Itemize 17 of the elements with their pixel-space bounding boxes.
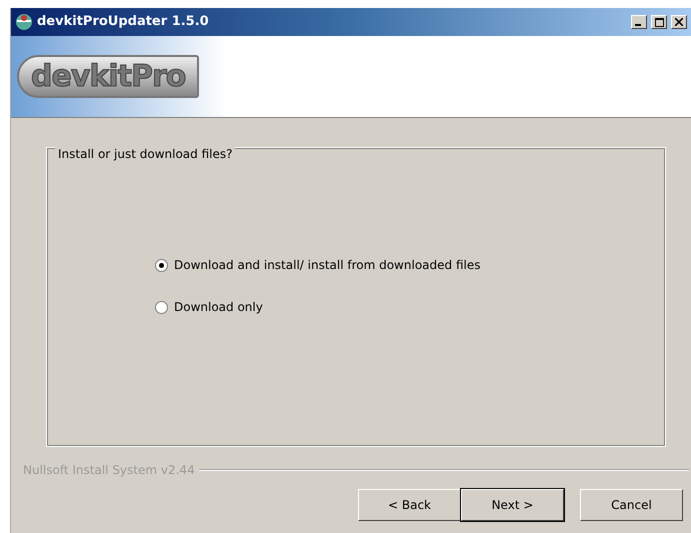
minimize-button[interactable] xyxy=(631,15,647,29)
maximize-button[interactable] xyxy=(651,15,667,29)
radio-button[interactable] xyxy=(155,258,168,272)
logo: devkitPro xyxy=(17,55,200,98)
app-icon xyxy=(15,13,33,31)
maximize-icon xyxy=(654,18,664,26)
close-icon xyxy=(675,18,683,26)
group-legend: Install or just download files? xyxy=(55,145,236,163)
close-button[interactable] xyxy=(671,15,687,29)
radio-option[interactable]: Download and install/ install from downloaded files xyxy=(155,256,665,274)
window-title: devkitProUpdater 1.5.0 xyxy=(37,13,209,32)
branding-text: Nullsoft Install System v2.44 xyxy=(23,462,195,479)
radio-button[interactable] xyxy=(155,300,168,314)
dialog-button[interactable]: < Back xyxy=(358,489,461,521)
dialog-button[interactable]: Next > xyxy=(461,489,564,521)
dialog-button[interactable]: Cancel xyxy=(580,489,683,521)
radio-option[interactable]: Download only xyxy=(155,298,665,316)
